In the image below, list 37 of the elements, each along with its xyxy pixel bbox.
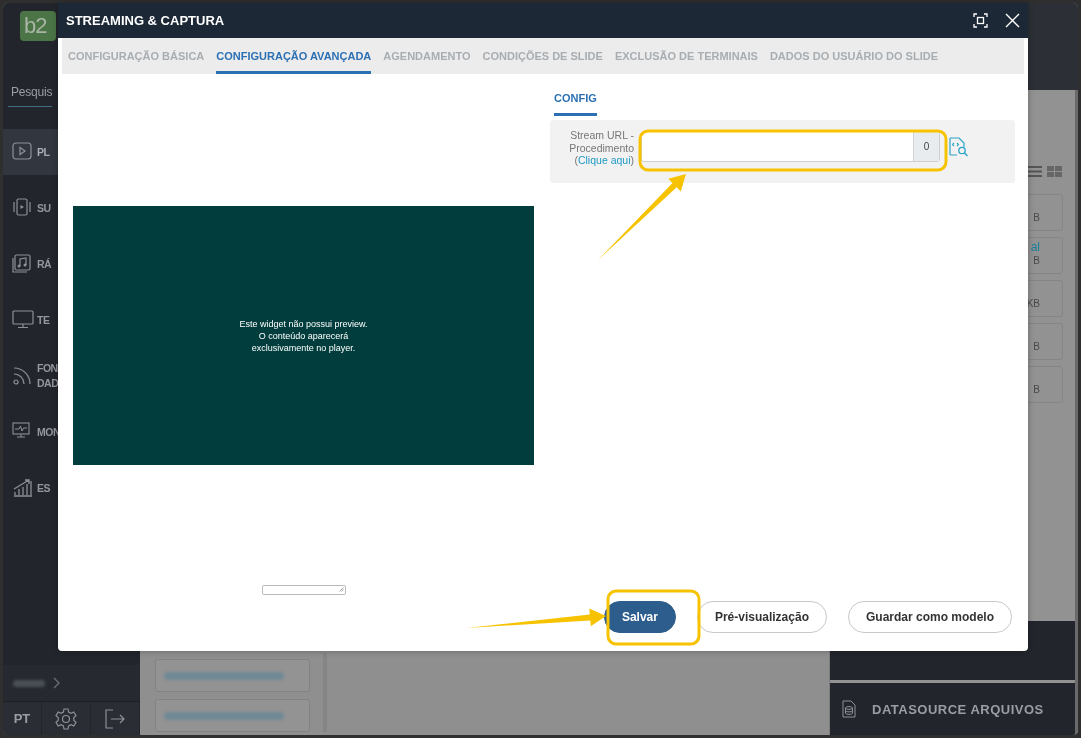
- preview-message: Este widget não possui preview. O conteúdo aparecerá exclusivamente no player.: [239, 317, 368, 354]
- maximize-icon[interactable]: [973, 13, 988, 28]
- search-field[interactable]: Pesquis: [8, 80, 53, 107]
- field-label: Stream URL - Procedimento (Clique aqui): [568, 129, 634, 167]
- url-field[interactable]: 0: [641, 131, 940, 162]
- file-size: KB: [1026, 298, 1040, 310]
- chevron-icon[interactable]: [53, 677, 61, 689]
- phone-icon: [12, 198, 34, 218]
- settings-icon[interactable]: [54, 706, 78, 731]
- file-size: B: [1033, 212, 1040, 224]
- music-icon: [12, 254, 34, 274]
- list-view-icon[interactable]: [1027, 166, 1042, 177]
- chart-icon: [12, 478, 34, 498]
- dialog-button[interactable]: Guardar como modelo: [847, 601, 1012, 633]
- file-size: B: [1033, 384, 1040, 396]
- character-counter: 0: [913, 132, 939, 161]
- close-icon[interactable]: [1005, 13, 1020, 28]
- logo: b2: [20, 11, 56, 41]
- logout-icon[interactable]: [104, 707, 126, 730]
- file-name: al: [1030, 239, 1040, 255]
- section-title: DATASOURCE ARQUIVOS: [872, 701, 1044, 717]
- redacted-text: [13, 679, 45, 687]
- file-size: B: [1033, 341, 1040, 353]
- code-search-icon[interactable]: [948, 136, 969, 157]
- menu-section[interactable]: DATASOURCE ARQUIVOS: [830, 683, 1075, 735]
- tab[interactable]: CONFIGURAÇÃO AVANÇADA: [216, 38, 372, 74]
- feed-icon: [12, 366, 34, 386]
- file-size: B: [1033, 255, 1040, 267]
- grid-view-icon[interactable]: [1047, 166, 1062, 177]
- play-icon: [12, 142, 34, 162]
- resize-icon[interactable]: [339, 587, 344, 592]
- resize-field[interactable]: [262, 585, 346, 595]
- monitor-icon: [12, 310, 34, 330]
- dialog-title: STREAMING & CAPTURA: [66, 13, 225, 28]
- database-icon: [842, 700, 856, 718]
- tab[interactable]: CONFIG: [554, 92, 597, 116]
- save-button[interactable]: Salvar: [603, 601, 676, 633]
